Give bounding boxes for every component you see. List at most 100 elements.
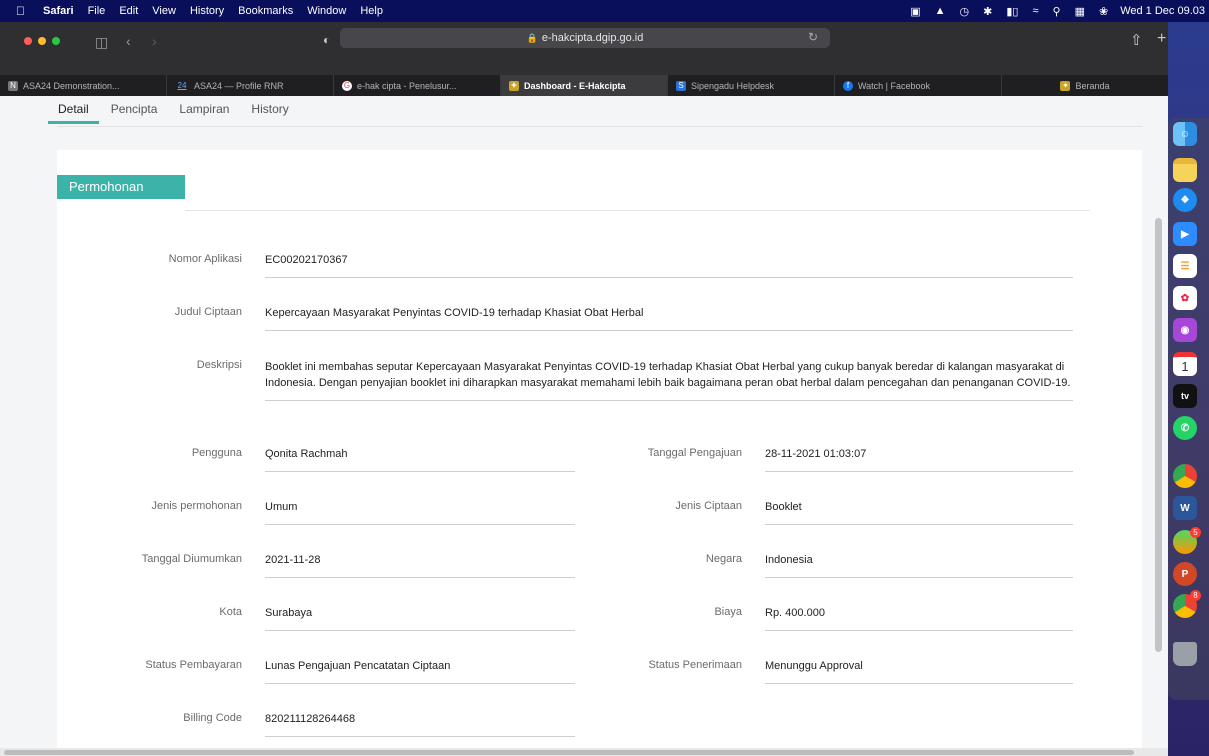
- subtab-history[interactable]: History: [251, 96, 288, 124]
- menu-view[interactable]: View: [152, 5, 176, 17]
- battery-icon[interactable]: ▮▯: [1006, 5, 1018, 18]
- back-icon[interactable]: ‹: [126, 33, 131, 49]
- page-content: Detail Pencipta Lampiran History Permoho…: [0, 96, 1168, 756]
- value-deskripsi: Booklet ini membahas seputar Kepercayaan…: [265, 359, 1073, 401]
- divider: [57, 126, 1142, 127]
- detail-subnav: Detail Pencipta Lampiran History: [48, 96, 311, 124]
- powerpoint-icon[interactable]: P: [1173, 562, 1197, 586]
- lock-icon: 🔒: [526, 32, 538, 43]
- subtab-detail[interactable]: Detail: [48, 96, 99, 124]
- sidebar-toggle-icon[interactable]: ◫: [95, 34, 108, 51]
- sipengadu-icon: S: [676, 80, 686, 91]
- word-icon[interactable]: W: [1173, 496, 1197, 520]
- bluetooth-icon[interactable]: ✱: [983, 5, 992, 18]
- label-jenis-permohonan: Jenis permohonan: [151, 500, 242, 512]
- drive-icon[interactable]: ▲: [935, 5, 946, 17]
- label-nomor-aplikasi: Nomor Aplikasi: [168, 253, 242, 265]
- new-tab-icon[interactable]: +: [1157, 30, 1166, 48]
- tab-facebook-watch[interactable]: f Watch | Facebook: [835, 75, 1002, 96]
- spotlight-icon[interactable]: ⚲: [1053, 5, 1061, 18]
- value-billing-code: 820211128264468: [265, 712, 575, 737]
- facebook-icon: f: [843, 80, 853, 91]
- time-machine-icon[interactable]: ◷: [960, 5, 970, 18]
- wifi-icon[interactable]: ≈: [1032, 5, 1038, 17]
- minimize-window-button[interactable]: [38, 37, 46, 45]
- safari-icon[interactable]: ❖: [1173, 188, 1197, 212]
- tab-google-search[interactable]: G e-hak cipta - Penelusur...: [334, 75, 501, 96]
- divider: [185, 210, 1090, 211]
- value-nomor-aplikasi: EC00202170367: [265, 253, 1073, 278]
- value-judul-ciptaan: Kepercayaan Masyarakat Penyintas COVID-1…: [265, 306, 1073, 331]
- privacy-shield-icon[interactable]: ◐: [323, 33, 330, 47]
- value-pengguna: Qonita Rachmah: [265, 447, 575, 472]
- zoom-icon[interactable]: ▶: [1173, 222, 1197, 246]
- menu-window[interactable]: Window: [307, 5, 346, 17]
- menu-bar:  Safari File Edit View History Bookmark…: [0, 0, 1209, 22]
- chrome-icon[interactable]: [1173, 464, 1197, 488]
- share-icon[interactable]: ⇧: [1130, 31, 1143, 49]
- menu-safari[interactable]: Safari: [43, 5, 74, 17]
- value-negara: Indonesia: [765, 553, 1073, 578]
- value-jenis-permohonan: Umum: [265, 500, 575, 525]
- tab-sipengadu[interactable]: S Sipengadu Helpdesk: [668, 75, 835, 96]
- close-window-button[interactable]: [24, 37, 32, 45]
- menu-edit[interactable]: Edit: [119, 5, 138, 17]
- notes-icon[interactable]: [1173, 158, 1197, 182]
- trash-icon[interactable]: [1173, 642, 1197, 666]
- value-jenis-ciptaan: Booklet: [765, 500, 1073, 525]
- tab-label: e-hak cipta - Penelusur...: [357, 80, 457, 91]
- menu-file[interactable]: File: [88, 5, 106, 17]
- menu-bookmarks[interactable]: Bookmarks: [238, 5, 293, 17]
- control-center-icon[interactable]: ▦: [1075, 5, 1085, 18]
- tab-label: Dashboard - E-Hakcipta: [524, 80, 626, 91]
- siri-icon[interactable]: ❀: [1099, 5, 1108, 18]
- forward-icon[interactable]: ›: [152, 33, 157, 49]
- calendar-icon[interactable]: 1: [1173, 352, 1197, 376]
- reload-icon[interactable]: ↻: [808, 30, 818, 44]
- address-text: e-hakcipta.dgip.go.id: [541, 32, 644, 44]
- photos-icon[interactable]: ✿: [1173, 286, 1197, 310]
- tab-beranda[interactable]: ✦ Beranda: [1002, 75, 1169, 96]
- window-controls: [24, 37, 66, 45]
- finder-icon[interactable]: ☺: [1173, 122, 1197, 146]
- horizontal-scrollbar-thumb[interactable]: [4, 750, 1134, 755]
- menu-help[interactable]: Help: [360, 5, 383, 17]
- reminders-icon[interactable]: ☰: [1173, 254, 1197, 278]
- tab-label: Beranda: [1075, 80, 1110, 91]
- label-biaya: Biaya: [714, 606, 742, 618]
- label-status-pembayaran: Status Pembayaran: [145, 659, 242, 671]
- value-tanggal-pengajuan: 28-11-2021 01:03:07: [765, 447, 1073, 472]
- tab-label: Sipengadu Helpdesk: [691, 80, 775, 91]
- label-deskripsi: Deskripsi: [196, 359, 242, 371]
- value-tanggal-diumumkan: 2021-11-28: [265, 553, 575, 578]
- tab-bar: N ASA24 Demonstration... 24 ASA24 — Prof…: [0, 75, 1170, 96]
- tab-dashboard-ehakcipta[interactable]: ✦ Dashboard - E-Hakcipta: [501, 75, 668, 96]
- tab-asa24-demo[interactable]: N ASA24 Demonstration...: [0, 75, 167, 96]
- permohonan-card: Permohonan Nomor Aplikasi EC00202170367 …: [57, 150, 1142, 756]
- label-negara: Negara: [705, 553, 742, 565]
- menu-history[interactable]: History: [190, 5, 224, 17]
- subtab-pencipta[interactable]: Pencipta: [111, 96, 158, 124]
- apple-tv-icon[interactable]: tv: [1173, 384, 1197, 408]
- address-bar[interactable]: 🔒 e-hakcipta.dgip.go.id ↻: [340, 28, 830, 48]
- label-judul-ciptaan: Judul Ciptaan: [174, 306, 242, 318]
- label-pengguna: Pengguna: [191, 447, 242, 459]
- menubar-clock[interactable]: Wed 1 Dec 09.03: [1120, 5, 1205, 17]
- screen-record-icon[interactable]: ▣: [910, 5, 920, 18]
- tab-asa24-profile[interactable]: 24 ASA24 — Profile RNR: [167, 75, 334, 96]
- value-kota: Surabaya: [265, 606, 575, 631]
- podcasts-icon[interactable]: ◉: [1173, 318, 1197, 342]
- tab-label: ASA24 — Profile RNR: [194, 80, 284, 91]
- subtab-lampiran[interactable]: Lampiran: [179, 96, 229, 124]
- apple-menu-icon[interactable]: : [16, 4, 25, 18]
- notion-icon: N: [8, 80, 18, 91]
- chrome-badge: 8: [1190, 590, 1201, 601]
- google-icon: G: [342, 80, 352, 91]
- whatsapp-icon[interactable]: ✆: [1173, 416, 1197, 440]
- zoom-window-button[interactable]: [52, 37, 60, 45]
- label-billing-code: Billing Code: [183, 712, 242, 724]
- vertical-scrollbar-thumb[interactable]: [1155, 218, 1162, 652]
- label-tanggal-pengajuan: Tanggal Pengajuan: [647, 447, 742, 459]
- value-biaya: Rp. 400.000: [765, 606, 1073, 631]
- label-kota: Kota: [219, 606, 242, 618]
